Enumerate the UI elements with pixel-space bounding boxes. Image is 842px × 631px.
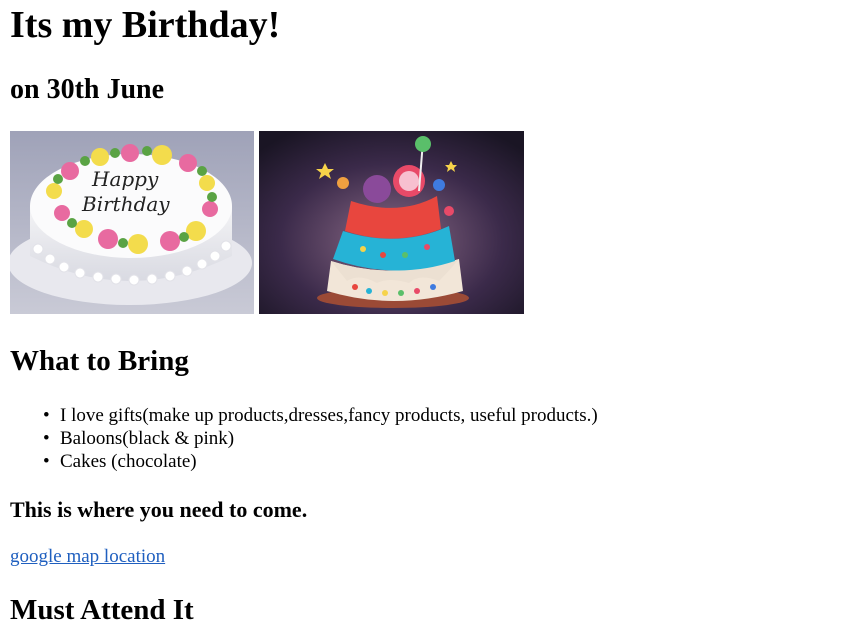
list-item-text: Baloons(black & pink) (60, 428, 235, 449)
bullet: • (43, 428, 50, 449)
list-item: • Cakes (chocolate) (43, 450, 598, 473)
cake-text-happy: Happy (91, 167, 159, 191)
date-heading: on 30th June (10, 74, 165, 105)
page-title: Its my Birthday! (10, 4, 281, 46)
bullet: • (43, 405, 50, 426)
bullet: • (43, 451, 50, 472)
must-attend-heading: Must Attend It (10, 594, 194, 626)
what-to-bring-heading: What to Bring (10, 345, 189, 377)
birthday-cake-image: Happy Birthday (10, 131, 254, 314)
cake-images: Happy Birthday (10, 131, 524, 314)
list-item: • Baloons(black & pink) (43, 427, 598, 450)
list-item: • I love gifts(make up products,dresses,f… (43, 404, 598, 427)
colorful-cake-image (259, 131, 524, 314)
list-item-text: Cakes (chocolate) (60, 451, 197, 472)
list-item-text: I love gifts(make up products,dresses,fa… (60, 405, 598, 426)
google-map-link[interactable]: google map location (10, 545, 165, 569)
location-heading: This is where you need to come. (10, 497, 308, 522)
bring-list: • I love gifts(make up products,dresses,f… (10, 404, 598, 473)
cake-text-birthday: Birthday (81, 192, 170, 216)
